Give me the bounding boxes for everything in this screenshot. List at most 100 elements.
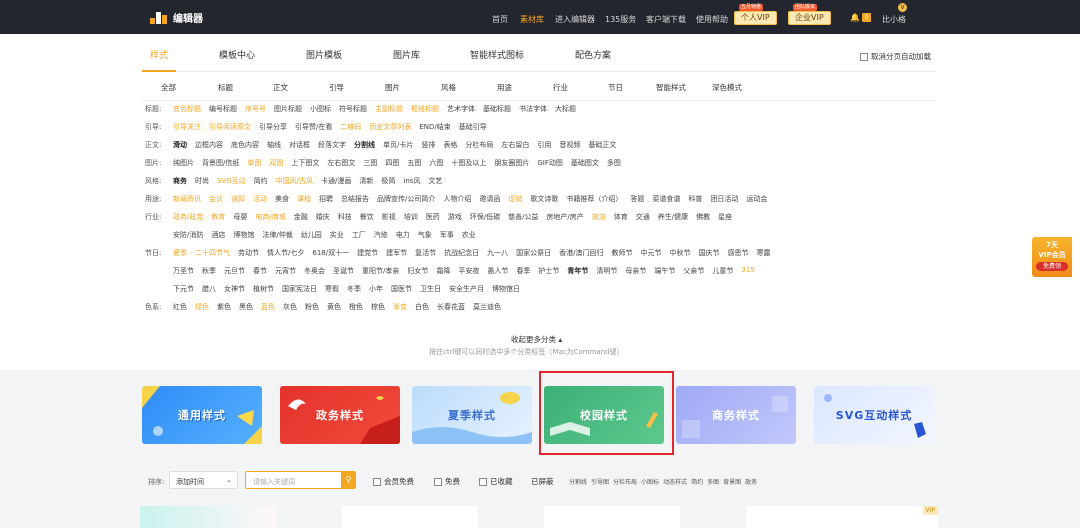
filter-tag[interactable]: 元旦节 — [224, 266, 245, 276]
quick-tag[interactable]: 小图标 — [641, 477, 659, 486]
style-card[interactable] — [544, 506, 680, 528]
tab-template-center[interactable]: 模板中心 — [219, 48, 255, 61]
filter-tag[interactable]: 序号号 — [245, 104, 266, 114]
filter-tag[interactable]: 环保/低碳 — [470, 212, 500, 222]
filter-tag[interactable]: 绿色 — [195, 302, 209, 312]
filter-tag[interactable]: 历史文章列表 — [369, 122, 411, 132]
filter-tag[interactable]: 平安夜 — [458, 266, 479, 276]
filter-tag[interactable]: 体育 — [614, 212, 628, 222]
filter-tag[interactable]: 交通 — [636, 212, 650, 222]
collapse-more-categories[interactable]: 收起更多分类 ▴ — [511, 334, 562, 345]
filter-tag[interactable]: 书法字体 — [519, 104, 547, 114]
filter-tag[interactable]: 编号标题 — [209, 104, 237, 114]
search-icon[interactable]: ⚲ — [341, 471, 356, 489]
nav-135-service[interactable]: 135服务 — [605, 14, 636, 25]
logo[interactable]: 编辑器 — [150, 10, 203, 25]
filter-tag[interactable]: 分栏布局 — [465, 140, 493, 150]
quick-tag[interactable]: 简约 — [691, 477, 703, 486]
filter-tag[interactable]: 国家宪法日 — [282, 284, 317, 294]
filter-tag[interactable]: 安防/消防 — [173, 230, 203, 240]
filter-tag[interactable]: 基础引导 — [459, 122, 487, 132]
nav-help[interactable]: 使用帮助 — [696, 14, 728, 25]
filter-tag[interactable]: 酒店 — [211, 230, 225, 240]
filter-tag[interactable]: 安全生产月 — [449, 284, 484, 294]
filter-tag[interactable]: 婚庆 — [316, 212, 330, 222]
filter-tag[interactable]: 电力 — [396, 230, 410, 240]
filter-tag[interactable]: 护士节 — [538, 266, 559, 276]
filter-tag[interactable]: 博物馆 — [233, 230, 254, 240]
filter-tag[interactable]: 感恩节 — [727, 248, 748, 258]
subtab-industry[interactable]: 行业 — [553, 82, 568, 93]
filter-tag[interactable]: 愚人节 — [487, 266, 508, 276]
auto-load-checkbox[interactable] — [860, 52, 868, 61]
filter-tag[interactable]: 长春花蓝 — [437, 302, 465, 312]
filter-tag[interactable]: 引导赞/在看 — [295, 122, 332, 132]
filter-tag[interactable]: 引导关注 — [173, 122, 201, 132]
filter-tag[interactable]: 白色 — [415, 302, 429, 312]
filter-tag[interactable]: 大标题 — [555, 104, 576, 114]
filter-tag[interactable]: 运动会 — [746, 194, 767, 204]
filter-tag[interactable]: 金融 — [294, 212, 308, 222]
filter-tag[interactable]: 慈善/公益 — [508, 212, 538, 222]
filter-tag[interactable]: 农业 — [462, 230, 476, 240]
filter-tag[interactable]: 星座 — [718, 212, 732, 222]
filter-tag[interactable]: 游戏 — [448, 212, 462, 222]
filter-tag[interactable]: 橙色 — [349, 302, 363, 312]
filter-tag[interactable]: 基础图文 — [571, 158, 599, 168]
filter-tag[interactable]: 左右图文 — [327, 158, 355, 168]
filter-tag[interactable]: 音视频 — [559, 140, 580, 150]
filter-tag[interactable]: 劳动节 — [238, 248, 259, 258]
filter-tag[interactable]: 引导阅读原文 — [209, 122, 251, 132]
enterprise-vip-button[interactable]: 团队版本 企业VIP — [788, 4, 831, 25]
banner-business-style[interactable]: 商务样式 — [676, 386, 796, 444]
filter-tag[interactable]: 单页/卡片 — [383, 140, 413, 150]
filter-tag[interactable]: 歌文诗歌 — [530, 194, 558, 204]
filter-tag[interactable]: 情人节/七夕 — [267, 248, 304, 258]
filter-tag[interactable]: 五图 — [407, 158, 421, 168]
filter-tag[interactable]: 人物介绍 — [443, 194, 471, 204]
auto-load-toggle[interactable]: 取消分页自动加载 — [860, 51, 931, 62]
filter-tag[interactable]: 基础正文 — [588, 140, 616, 150]
favorited-checkbox[interactable] — [479, 477, 487, 486]
subtab-guide[interactable]: 引导 — [329, 82, 344, 93]
subtab-dark-mode[interactable]: 深色模式 — [712, 82, 742, 93]
filter-tag[interactable]: 中秋节 — [669, 248, 690, 258]
filter-tag[interactable]: 元宵节 — [275, 266, 296, 276]
filter-tag[interactable]: 四图 — [385, 158, 399, 168]
filter-tag[interactable]: 圣诞节 — [333, 266, 354, 276]
filter-tag[interactable]: 影视 — [382, 212, 396, 222]
subtab-all[interactable]: 全部 — [161, 82, 176, 93]
filter-tag[interactable]: GIF动图 — [537, 158, 563, 168]
filter-tag[interactable]: 蓝色 — [261, 302, 275, 312]
filter-tag[interactable]: 双图 — [269, 158, 283, 168]
quick-tag[interactable]: 动态样式 — [663, 477, 687, 486]
banner-summer-style[interactable]: 夏季样式 — [412, 386, 532, 444]
bell-icon[interactable]: 🔔 — [850, 13, 860, 22]
blocked-link[interactable]: 已屏蔽 — [531, 476, 554, 487]
filter-tag[interactable]: 复活节 — [415, 248, 436, 258]
filter-tag[interactable]: 春节 — [253, 266, 267, 276]
filter-tag[interactable]: 实业 — [330, 230, 344, 240]
filter-tag[interactable]: 端午节 — [654, 266, 675, 276]
filter-tag[interactable]: 滑动 — [173, 140, 187, 150]
filter-tag[interactable]: 儿童节 — [712, 266, 733, 276]
filter-tag[interactable]: 背景图/信纸 — [202, 158, 239, 168]
filter-tag[interactable]: 六图 — [429, 158, 443, 168]
filter-tag[interactable]: 图片标题 — [274, 104, 302, 114]
filter-tag[interactable]: 科技 — [338, 212, 352, 222]
filter-tag[interactable]: 总结报告 — [341, 194, 369, 204]
personal-vip-button[interactable]: 五月特惠 个人VIP — [734, 4, 777, 25]
filter-tag[interactable]: 养生/健康 — [658, 212, 688, 222]
filter-tag[interactable]: 引用 — [537, 140, 551, 150]
filter-tag[interactable]: 对话框 — [289, 140, 310, 150]
subtab-smart-style[interactable]: 智能样式 — [656, 82, 686, 93]
quick-tag[interactable]: 政务 — [745, 477, 757, 486]
free-checkbox[interactable] — [434, 477, 442, 486]
filter-tag[interactable]: 政务/政党 — [173, 212, 203, 222]
nav-home[interactable]: 首页 — [492, 14, 508, 25]
filter-tag[interactable]: 框线标题 — [411, 104, 439, 114]
filter-tag[interactable]: 灰色 — [283, 302, 297, 312]
nav-material-library[interactable]: 素材库 — [520, 14, 544, 25]
filter-tag[interactable]: 618/双十一 — [312, 248, 349, 258]
tab-style[interactable]: 样式 — [141, 48, 177, 72]
